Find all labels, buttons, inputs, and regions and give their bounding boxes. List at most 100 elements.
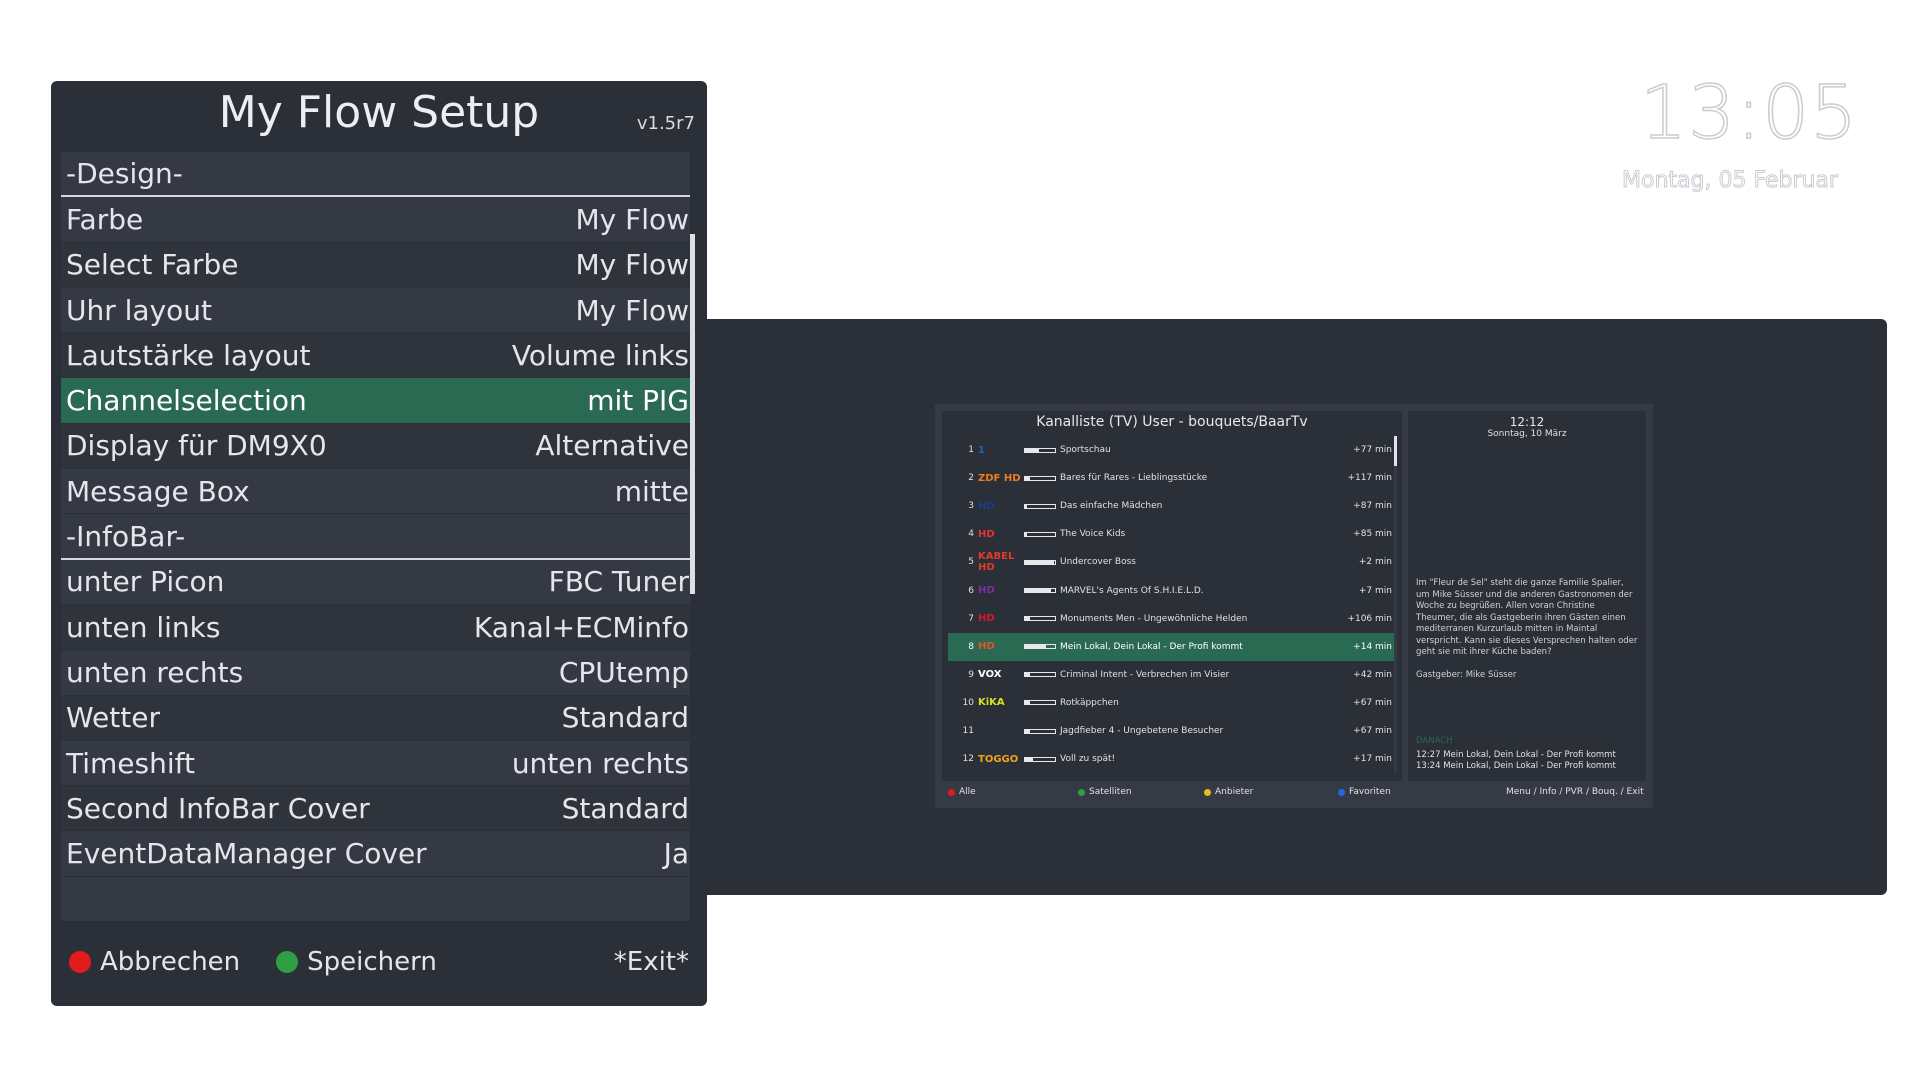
setting-label: Uhr layout (66, 293, 213, 327)
setting-row[interactable]: Lautstärke layout Volume links (61, 333, 695, 379)
setting-label: unten rechts (66, 655, 244, 689)
setting-value: Volume links (511, 338, 689, 372)
channel-row[interactable]: 6 HD MARVEL's Agents Of S.H.I.E.L.D. +7 min (948, 577, 1394, 605)
setting-value: Standard (561, 701, 689, 735)
remaining-time: +117 min (1347, 473, 1392, 484)
red-button-icon (69, 951, 91, 973)
settings-scrollbar[interactable] (690, 152, 695, 960)
channel-row[interactable]: 5 KABEL HD Undercover Boss +2 min (948, 548, 1394, 576)
cancel-button[interactable]: Abbrechen (69, 947, 240, 977)
epg-time: 12:12 (1509, 415, 1545, 429)
setting-value: unten rechts (511, 746, 689, 780)
preview-footer-item: Favoriten (1338, 787, 1391, 797)
cancel-label: Abbrechen (100, 947, 241, 977)
progress-bar (1024, 447, 1056, 453)
epg-next-2: 13:24 Mein Lokal, Dein Lokal - Der Profi… (1416, 761, 1616, 771)
setting-label: Display für DM9X0 (66, 429, 327, 463)
channel-number: 6 (968, 585, 974, 596)
progress-bar (1024, 531, 1056, 537)
setting-value: Ja (663, 837, 689, 871)
epg-next-label: DANACH (1416, 736, 1453, 746)
progress-bar (1024, 700, 1056, 706)
setting-row[interactable]: unten rechts CPUtemp (61, 650, 695, 696)
setting-row[interactable]: Uhr layout My Flow (61, 287, 695, 334)
remaining-time: +2 min (1358, 557, 1392, 568)
setting-label: Channelselection (66, 384, 307, 418)
remaining-time: +7 min (1358, 585, 1392, 596)
save-label: Speichern (307, 947, 437, 977)
channel-logo: 1 (978, 444, 985, 456)
remaining-time: +42 min (1353, 669, 1392, 680)
save-button[interactable]: Speichern (276, 947, 437, 977)
empty-row (61, 876, 695, 923)
setting-row[interactable]: Select Farbe My Flow (61, 242, 695, 288)
setting-row[interactable]: unter Picon FBC Tuner (61, 559, 695, 605)
setting-label: unter Picon (66, 565, 225, 599)
channel-number: 8 (968, 641, 974, 652)
progress-bar (1024, 728, 1056, 734)
section-header: -InfoBar- (61, 514, 695, 560)
color-button-icon (1078, 788, 1085, 796)
preview-footer-item: Alle (948, 787, 976, 797)
clock-date: Montag, 05 Februar (1622, 168, 1839, 194)
program-title: Sportschau (1060, 445, 1111, 455)
preview-footer-label: Favoriten (1349, 787, 1391, 797)
channel-row[interactable]: 1 1 Sportschau +77 min (948, 436, 1394, 464)
channel-logo: HD (978, 613, 995, 625)
setting-row[interactable]: Farbe My Flow (61, 197, 695, 243)
setting-row[interactable]: Second InfoBar Cover Standard (61, 786, 695, 832)
channel-number: 10 (962, 697, 974, 708)
channel-logo: TOGGO (978, 753, 1019, 765)
exit-button[interactable]: *Exit* (614, 947, 689, 977)
channel-number: 5 (968, 557, 974, 568)
setting-label: Message Box (66, 474, 250, 508)
remaining-time: +67 min (1353, 726, 1392, 736)
setting-value: FBC Tuner (548, 565, 689, 599)
channel-row[interactable]: 11 Jagdfieber 4 - Ungebetene Besucher +67 … (948, 717, 1394, 745)
program-title: Monuments Men - Ungewöhnliche Helden (1060, 613, 1248, 624)
program-title: The Voice Kids (1060, 529, 1126, 540)
channel-row[interactable]: 8 HD Mein Lokal, Dein Lokal - Der Profi ko… (948, 632, 1394, 661)
preview-footer-item: Satelliten (1078, 787, 1132, 797)
epg-date: Sonntag, 10 März (1487, 429, 1567, 439)
epg-description: Im "Fleur de Sel" steht die ganze Famili… (1416, 578, 1638, 657)
setting-value: mitte (614, 474, 689, 508)
program-title: Jagdfieber 4 - Ungebetene Besucher (1060, 726, 1224, 736)
scroll-thumb[interactable] (690, 234, 695, 594)
preview-footer-label: Menu / Info / PVR / Bouq. / Exit (1506, 787, 1644, 797)
channel-logo: KABEL HD (978, 551, 1015, 574)
setup-footer: Abbrechen Speichern *Exit* (69, 947, 689, 977)
channel-row[interactable]: 4 HD The Voice Kids +85 min (948, 520, 1394, 548)
channel-row[interactable]: 7 HD Monuments Men - Ungewöhnliche Helden +… (948, 605, 1394, 633)
setting-row[interactable]: EventDataManager Cover Ja (61, 831, 695, 877)
setting-label: -Design- (66, 157, 183, 191)
setting-row[interactable]: Message Box mitte (61, 469, 695, 515)
channel-row[interactable]: 10 KiKA Rotkäppchen +67 min (948, 689, 1394, 717)
channel-row[interactable]: 9 VOX Criminal Intent - Verbrechen im Visi… (948, 661, 1394, 689)
channel-row[interactable]: 3 HD Das einfache Mädchen +87 min (948, 492, 1394, 520)
progress-bar (1024, 503, 1056, 509)
setting-value: CPUtemp (558, 655, 689, 689)
preview-footer-label: Satelliten (1089, 787, 1132, 797)
setting-row[interactable]: Channelselection mit PIG (61, 378, 695, 424)
remaining-time: +85 min (1353, 529, 1392, 540)
setting-row[interactable]: Timeshift unten rechts (61, 740, 695, 787)
color-button-icon (1338, 788, 1345, 796)
progress-bar (1024, 644, 1056, 650)
color-button-icon (1204, 788, 1211, 796)
setting-row[interactable]: unten links Kanal+ECMinfo (61, 604, 695, 651)
setting-value: My Flow (575, 293, 689, 327)
channel-row[interactable]: 2 ZDF HD Bares für Rares - Lieblingsstücke… (948, 464, 1394, 492)
setting-value: Kanal+ECMinfo (473, 610, 689, 644)
channel-number: 7 (968, 613, 974, 624)
progress-bar (1024, 475, 1056, 481)
channel-logo: ZDF HD (978, 472, 1021, 484)
channel-number: 9 (968, 669, 974, 680)
setting-row[interactable]: Display für DM9X0 Alternative (61, 423, 695, 470)
channel-row[interactable]: 12 TOGGO Voll zu spät! +17 min (948, 745, 1394, 773)
progress-bar (1024, 756, 1056, 762)
setting-label: Select Farbe (66, 248, 239, 282)
setting-row[interactable]: Wetter Standard (61, 695, 695, 741)
setup-panel: My Flow Setup v1.5r7 -Design- Farbe My Flo… (51, 81, 707, 1006)
channel-list-footer: Alle Satelliten Anbieter Favoriten Menu / In… (948, 787, 1648, 801)
